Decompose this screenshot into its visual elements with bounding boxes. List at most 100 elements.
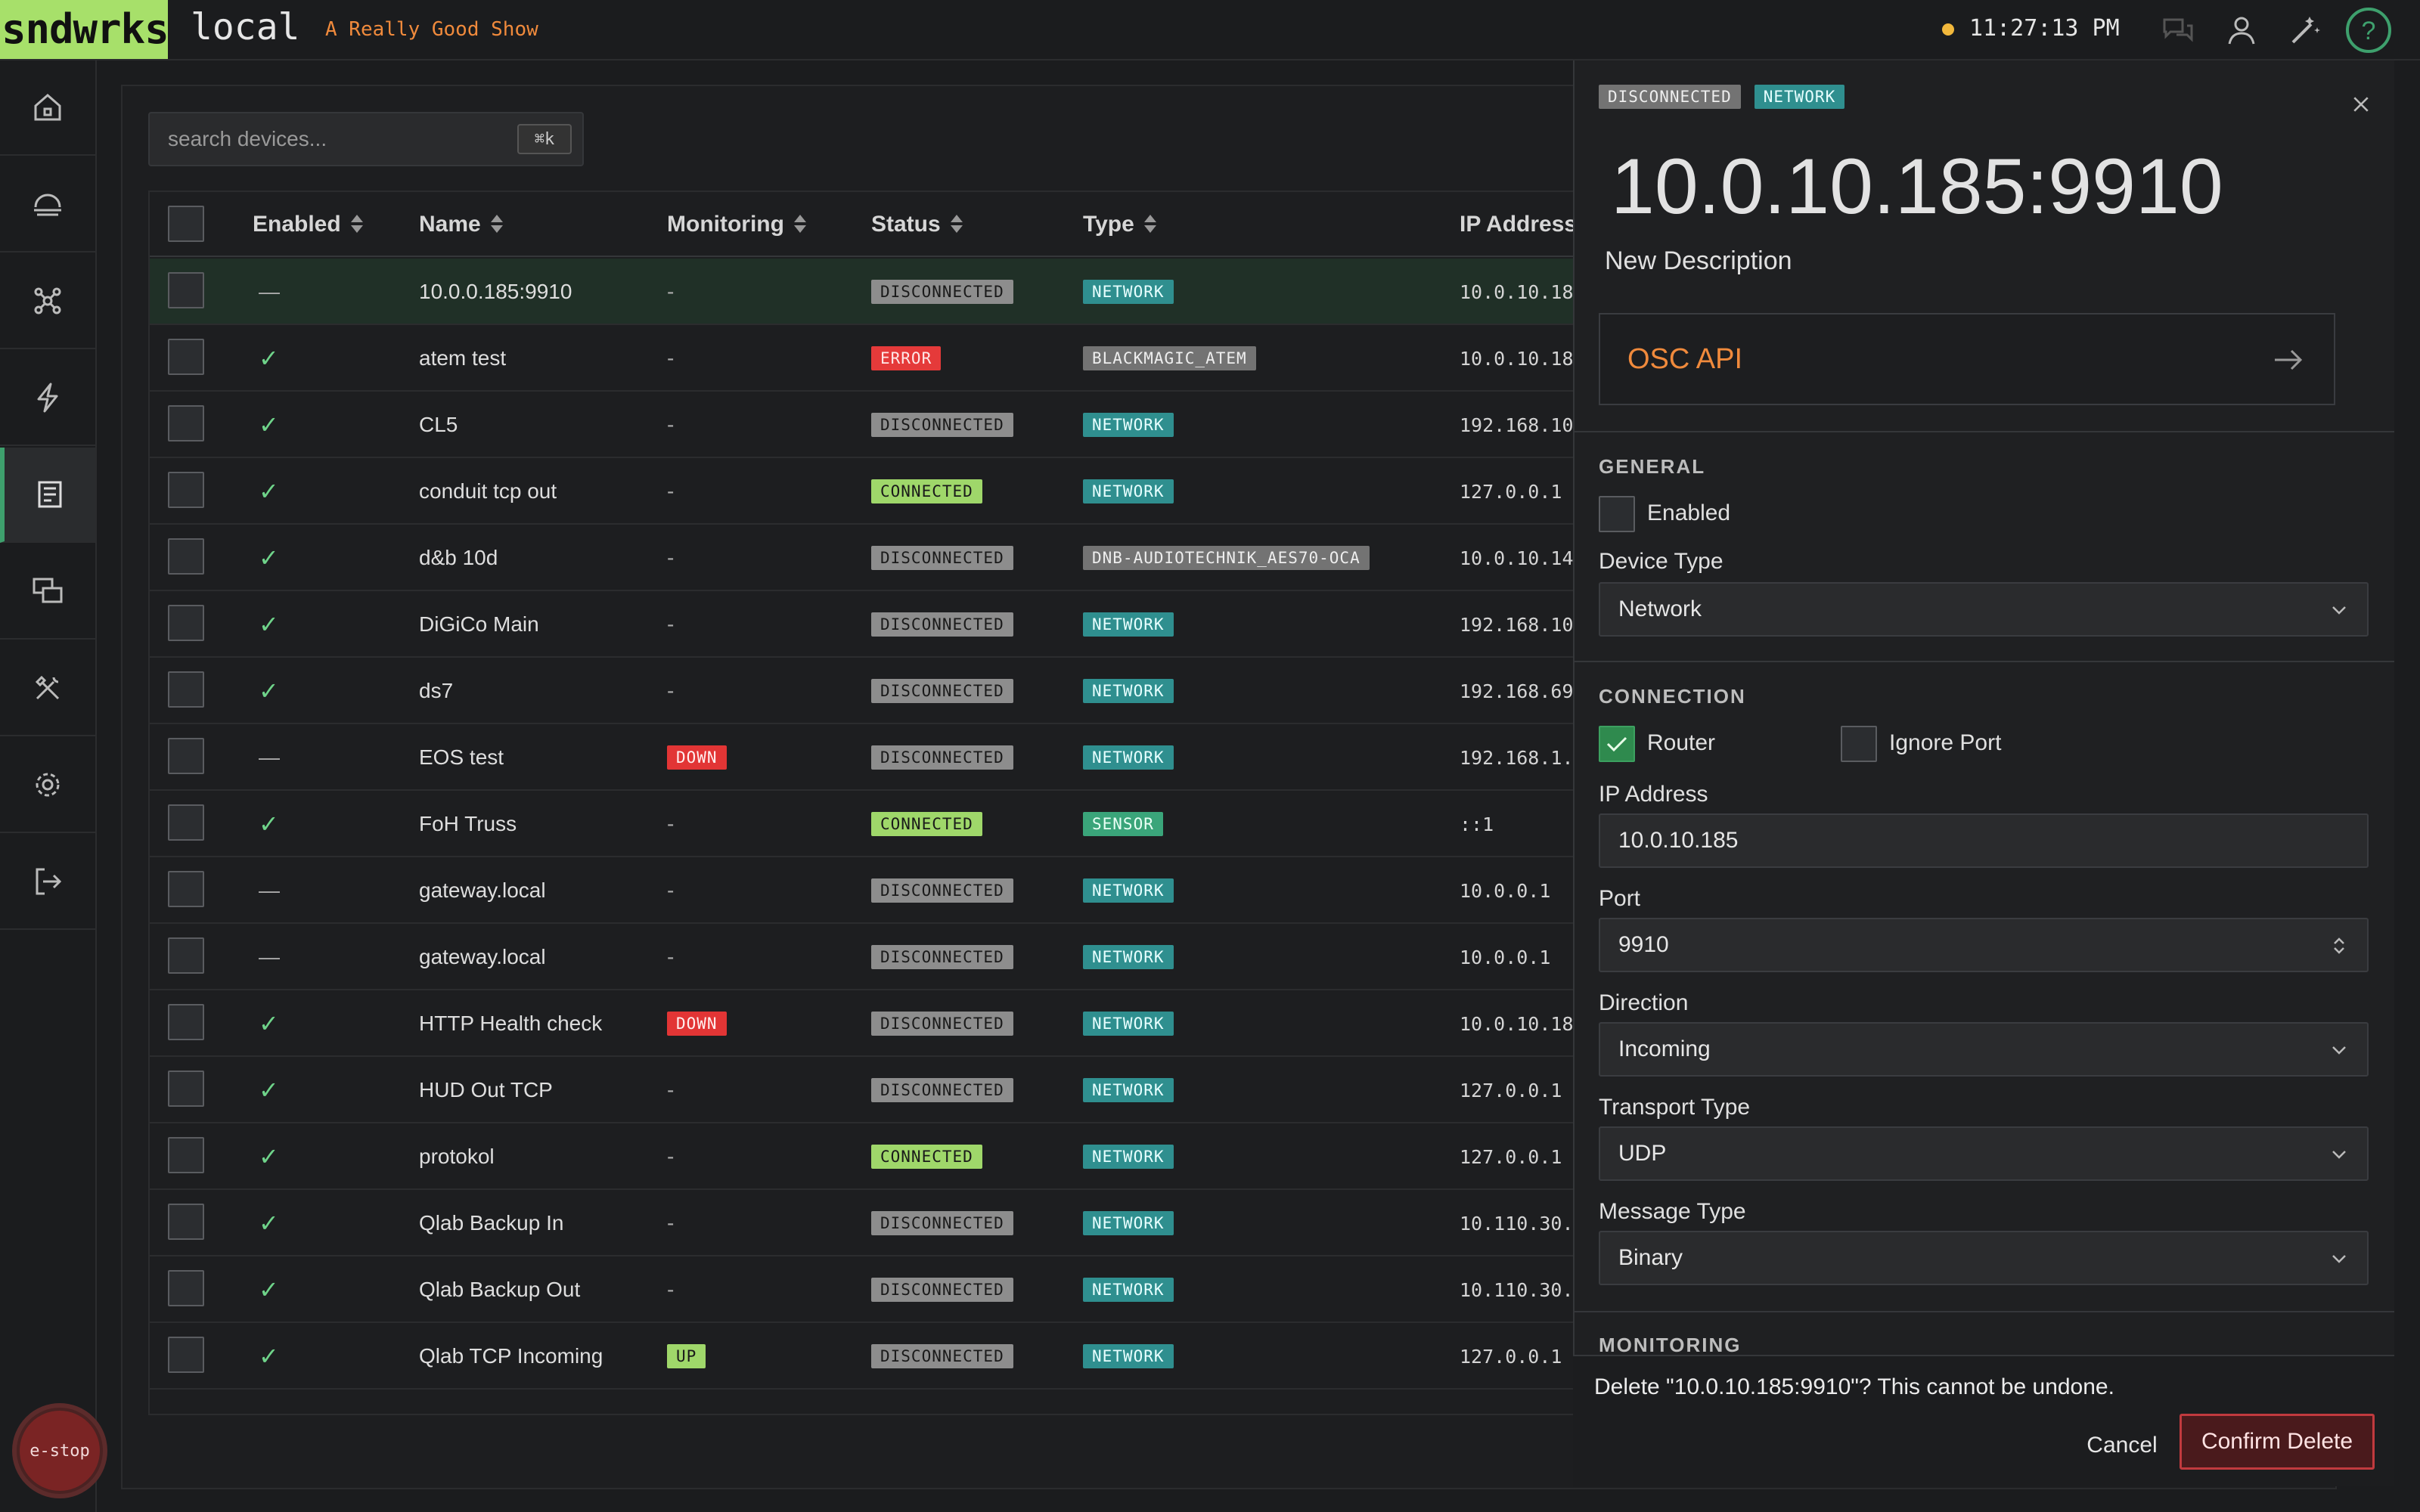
column-monitoring[interactable]: Monitoring — [667, 192, 807, 257]
table-row[interactable]: ✓ atem test - ERROR BLACKMAGIC_ATEM 10.0.10.1… — [150, 325, 1705, 392]
column-type[interactable]: Type — [1083, 192, 1157, 257]
row-checkbox[interactable] — [168, 605, 204, 641]
row-checkbox[interactable] — [168, 339, 204, 375]
estop-button[interactable]: e-stop — [12, 1403, 107, 1498]
device-type-select[interactable]: Network — [1599, 582, 2369, 637]
row-checkbox[interactable] — [168, 937, 204, 974]
ip-address: 10.110.30.1 — [1460, 1278, 1585, 1301]
router-checkbox[interactable] — [1599, 726, 1635, 762]
chevron-down-icon — [2332, 606, 2346, 615]
nav-racks[interactable] — [0, 157, 95, 253]
column-name[interactable]: Name — [419, 192, 504, 257]
nav-tools[interactable] — [0, 641, 95, 736]
device-description[interactable]: New Description — [1605, 246, 1792, 276]
show-name[interactable]: A Really Good Show — [325, 18, 538, 41]
status-cell: CONNECTED — [871, 791, 982, 857]
table-row[interactable]: ✓ Qlab TCP Incoming UP DISCONNECTED NETWORK 1… — [150, 1323, 1705, 1390]
monitoring-cell: - — [667, 1190, 674, 1256]
ignore-port-checkbox[interactable] — [1841, 726, 1877, 762]
network-icon — [34, 287, 61, 314]
column-enabled[interactable]: Enabled — [253, 192, 364, 257]
table-row[interactable]: ✓ d&b 10d - DISCONNECTED DNB-AUDIOTECHNIK_AE… — [150, 525, 1705, 591]
search-input[interactable] — [150, 113, 505, 165]
row-checkbox[interactable] — [168, 538, 204, 575]
table-row[interactable]: ✓ ds7 - DISCONNECTED NETWORK 192.168.69. — [150, 658, 1705, 724]
table-row[interactable]: — gateway.local - DISCONNECTED NETWORK 10.0.0… — [150, 924, 1705, 990]
row-checkbox[interactable] — [168, 1004, 204, 1040]
column-label: Monitoring — [667, 212, 784, 237]
nav-devices[interactable] — [0, 448, 95, 543]
confirm-delete-button[interactable]: Confirm Delete — [2180, 1414, 2375, 1470]
status-badge: CONNECTED — [871, 1145, 982, 1169]
ignore-port-label: Ignore Port — [1889, 730, 2002, 755]
port-input[interactable]: 9910 — [1599, 918, 2369, 972]
enabled-indicator: — — [259, 878, 280, 902]
nav-logout[interactable] — [0, 835, 95, 930]
column-ip-address[interactable]: IP Address — [1460, 192, 1577, 257]
monitoring-cell: - — [667, 259, 674, 325]
monitoring-value: - — [667, 479, 675, 503]
row-checkbox[interactable] — [168, 1137, 204, 1173]
table-row[interactable]: ✓ DiGiCo Main - DISCONNECTED NETWORK 192.168.… — [150, 591, 1705, 658]
select-all-checkbox[interactable] — [168, 206, 204, 242]
table-row[interactable]: — EOS test DOWN DISCONNECTED NETWORK 192.168.… — [150, 724, 1705, 791]
help-icon[interactable]: ? — [2344, 6, 2393, 54]
direction-select[interactable]: Incoming — [1599, 1022, 2369, 1077]
table-row[interactable]: ✓ conduit tcp out - CONNECTED NETWORK 127.0.0… — [150, 458, 1705, 525]
ip-address-input[interactable]: 10.0.10.185 — [1599, 813, 2369, 868]
table-row[interactable]: — gateway.local - DISCONNECTED NETWORK 10.0.0… — [150, 857, 1705, 924]
row-checkbox[interactable] — [168, 804, 204, 841]
row-checkbox[interactable] — [168, 671, 204, 708]
table-row[interactable]: ✓ Qlab Backup Out - DISCONNECTED NETWORK 10.1… — [150, 1256, 1705, 1323]
row-checkbox[interactable] — [168, 871, 204, 907]
row-checkbox[interactable] — [168, 1337, 204, 1373]
nav-messages[interactable] — [0, 544, 95, 640]
table-row[interactable]: ✓ Qlab Backup In - DISCONNECTED NETWORK 10.11… — [150, 1190, 1705, 1256]
table-row[interactable]: ✓ FoH Truss - CONNECTED SENSOR::1 — [150, 791, 1705, 857]
type-badge: NETWORK — [1754, 85, 1845, 109]
status-badge: DISCONNECTED — [871, 1078, 1013, 1102]
status-badge: DISCONNECTED — [871, 1211, 1013, 1235]
table-row[interactable]: ✓ HUD Out TCP - DISCONNECTED NETWORK 127.0.0.… — [150, 1057, 1705, 1123]
table-row[interactable]: ✓ protokol - CONNECTED NETWORK 127.0.0.1 — [150, 1123, 1705, 1190]
type-cell: NETWORK — [1083, 658, 1174, 724]
status-cell: ERROR — [871, 325, 942, 392]
row-checkbox[interactable] — [168, 1270, 204, 1306]
trigger-icon — [37, 383, 58, 413]
nav-triggers[interactable] — [0, 351, 95, 446]
enabled-checkbox[interactable] — [1599, 496, 1635, 532]
row-checkbox[interactable] — [168, 272, 204, 308]
chat-icon[interactable] — [2160, 12, 2196, 48]
home-icon — [34, 94, 61, 121]
nav-network[interactable] — [0, 254, 95, 349]
row-checkbox[interactable] — [168, 405, 204, 442]
table-row[interactable]: — 10.0.0.185:9910 - DISCONNECTED NETWORK 10.0… — [150, 259, 1705, 325]
row-checkbox[interactable] — [168, 1204, 204, 1240]
row-checkbox[interactable] — [168, 1070, 204, 1107]
sort-icon — [793, 213, 807, 236]
transport-type-select[interactable]: UDP — [1599, 1126, 2369, 1181]
monitoring-value: - — [667, 1278, 675, 1301]
nav-home[interactable] — [0, 60, 95, 156]
enabled-indicator: ✓ — [259, 1276, 279, 1303]
message-type-select[interactable]: Binary — [1599, 1231, 2369, 1285]
status-badge: DISCONNECTED — [871, 280, 1013, 304]
stepper-icon[interactable] — [2329, 936, 2349, 956]
table-row[interactable]: ✓ CL5 - DISCONNECTED NETWORK 192.168.10. — [150, 392, 1705, 458]
close-button[interactable] — [2343, 86, 2379, 122]
table-row[interactable]: ✓ HTTP Health check DOWN DISCONNECTED NETWOR… — [150, 990, 1705, 1057]
row-checkbox[interactable] — [168, 738, 204, 774]
column-status[interactable]: Status — [871, 192, 963, 257]
tools-icon — [35, 675, 60, 700]
user-icon[interactable] — [2223, 12, 2260, 48]
cancel-button[interactable]: Cancel — [2075, 1418, 2169, 1473]
magic-wand-icon[interactable] — [2287, 12, 2323, 48]
monitoring-value: - — [667, 612, 675, 636]
app-logo[interactable]: sndwrks — [0, 0, 169, 59]
check-icon — [1606, 736, 1627, 752]
svg-text:?: ? — [2362, 17, 2376, 45]
row-checkbox[interactable] — [168, 472, 204, 508]
osc-api-link[interactable]: OSC API — [1599, 313, 2335, 405]
nav-settings[interactable] — [0, 738, 95, 833]
type-badge: NETWORK — [1083, 413, 1174, 437]
